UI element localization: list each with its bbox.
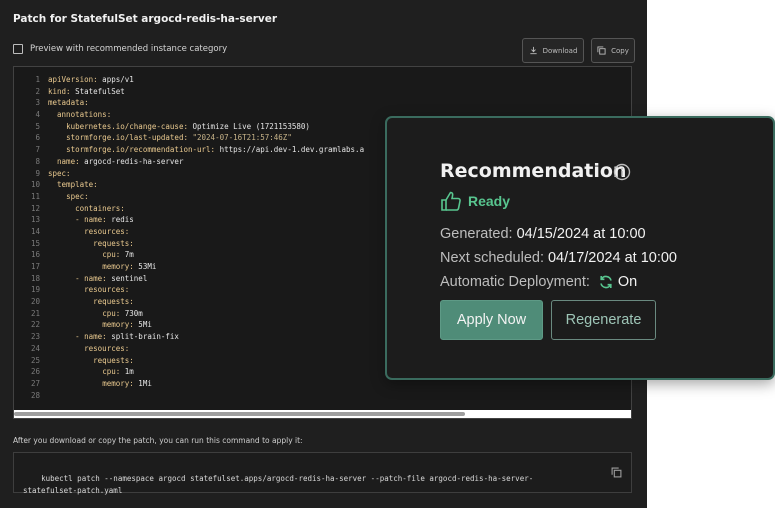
line-number: 9 — [35, 168, 40, 178]
line-number: 28 — [30, 390, 40, 400]
line-number: 17 — [30, 262, 40, 271]
line-text: memory: 53Mi — [102, 262, 157, 271]
generated-value: 04/15/2024 at 10:00 — [516, 226, 646, 242]
sync-icon — [600, 275, 612, 289]
line-number: 6 — [35, 133, 40, 143]
line-text: requests: — [93, 238, 134, 248]
status-text: Ready — [468, 193, 511, 209]
line-text: - name: redis — [75, 215, 134, 225]
line-text: resources: — [84, 226, 130, 236]
copy-icon[interactable] — [611, 467, 622, 478]
line-text: annotations: — [57, 110, 112, 120]
line-text: cpu: 1m — [102, 367, 134, 377]
line-number: 5 — [35, 121, 40, 131]
line-number: 8 — [35, 156, 40, 166]
line-text: apiVersion: apps/v1 — [48, 75, 134, 84]
next-scheduled-label: Next scheduled: — [440, 250, 544, 266]
apply-now-button[interactable]: Apply Now — [440, 300, 543, 340]
preview-label: Preview with recommended instance catego… — [30, 44, 228, 54]
line-number: 27 — [30, 378, 40, 388]
line-text: cpu: 7m — [102, 250, 134, 260]
line-text: resources: — [84, 285, 130, 295]
download-button[interactable]: Download — [522, 38, 584, 63]
line-number: 19 — [30, 285, 40, 295]
code-line: 2 kind: StatefulSet — [14, 86, 631, 98]
line-number: 21 — [30, 308, 40, 318]
command-text[interactable]: kubectl patch --namespace argocd statefu… — [23, 474, 533, 495]
apply-instructions: After you download or copy the patch, yo… — [13, 436, 303, 445]
line-text: template: — [57, 180, 98, 190]
line-text: kind: StatefulSet — [48, 86, 125, 96]
status-badge: Ready — [440, 190, 510, 212]
preview-checkbox[interactable] — [13, 44, 23, 54]
generated-label: Generated: — [440, 226, 513, 242]
regenerate-button[interactable]: Regenerate — [551, 300, 656, 340]
next-scheduled-value: 04/17/2024 at 10:00 — [547, 250, 677, 266]
line-number: 20 — [30, 297, 40, 307]
horizontal-scrollbar[interactable] — [14, 410, 631, 418]
line-number: 3 — [35, 98, 40, 108]
line-number: 2 — [35, 86, 40, 96]
code-line: 3 metadata: — [14, 97, 631, 109]
line-text: resources: — [84, 343, 130, 353]
recommendation-title: Recommendation — [440, 160, 627, 182]
line-number: 14 — [30, 226, 40, 236]
command-box[interactable]: kubectl patch --namespace argocd statefu… — [13, 452, 632, 495]
line-text: name: argocd-redis-ha-server — [57, 156, 184, 166]
line-text: - name: split-brain-fix — [75, 332, 179, 342]
auto-deployment-row: Automatic Deployment: On — [440, 274, 637, 290]
line-number: 24 — [30, 343, 40, 353]
line-number: 10 — [30, 180, 40, 190]
line-number: 11 — [30, 191, 40, 201]
line-number: 12 — [30, 203, 40, 213]
line-text: containers: — [75, 203, 125, 213]
line-text: requests: — [93, 355, 134, 365]
copy-button[interactable]: Copy — [591, 38, 635, 63]
copy-label: Copy — [611, 46, 629, 55]
thumbs-up-icon — [441, 191, 461, 211]
line-number: 4 — [35, 110, 40, 120]
line-text: spec: — [66, 191, 89, 201]
code-line: 28 — [14, 390, 631, 402]
line-number: 15 — [30, 238, 40, 248]
line-text: memory: 1Mi — [102, 378, 152, 388]
line-text: - name: sentinel — [75, 273, 148, 283]
line-text: spec: — [48, 168, 71, 178]
line-number: 23 — [30, 332, 40, 342]
line-number: 1 — [35, 75, 40, 84]
next-scheduled-row: Next scheduled: 04/17/2024 at 10:00 — [440, 250, 677, 266]
line-number: 26 — [30, 367, 40, 377]
line-text: stormforge.io/last-updated: "2024-07-16T… — [66, 133, 292, 143]
code-line: 1 apiVersion: apps/v1 — [14, 74, 631, 86]
auto-deployment-value: On — [617, 274, 638, 290]
line-text: requests: — [93, 297, 134, 307]
download-icon — [529, 46, 537, 55]
line-text: memory: 5Mi — [102, 320, 152, 330]
patch-title: Patch for StatefulSet argocd-redis-ha-se… — [13, 13, 278, 25]
download-label: Download — [542, 46, 578, 55]
line-number: 16 — [30, 250, 40, 260]
info-icon[interactable] — [613, 163, 631, 181]
line-text: metadata: — [48, 98, 89, 108]
copy-icon — [597, 46, 606, 55]
recommendation-card: Recommendation Ready Generated: 04/15/20… — [385, 116, 775, 380]
line-number: 7 — [35, 145, 40, 155]
line-text: stormforge.io/recommendation-url: https:… — [66, 145, 365, 155]
line-text: kubernetes.io/change-cause: Optimize Liv… — [66, 121, 310, 131]
line-number: 18 — [30, 273, 40, 283]
line-number: 13 — [30, 215, 40, 225]
auto-deployment-label: Automatic Deployment: — [440, 274, 590, 290]
generated-row: Generated: 04/15/2024 at 10:00 — [440, 226, 646, 242]
scrollbar-thumb[interactable] — [14, 412, 465, 416]
line-text: cpu: 730m — [102, 308, 143, 318]
preview-toggle[interactable]: Preview with recommended instance catego… — [13, 44, 227, 54]
line-number: 22 — [30, 320, 40, 330]
line-number: 25 — [30, 355, 40, 365]
